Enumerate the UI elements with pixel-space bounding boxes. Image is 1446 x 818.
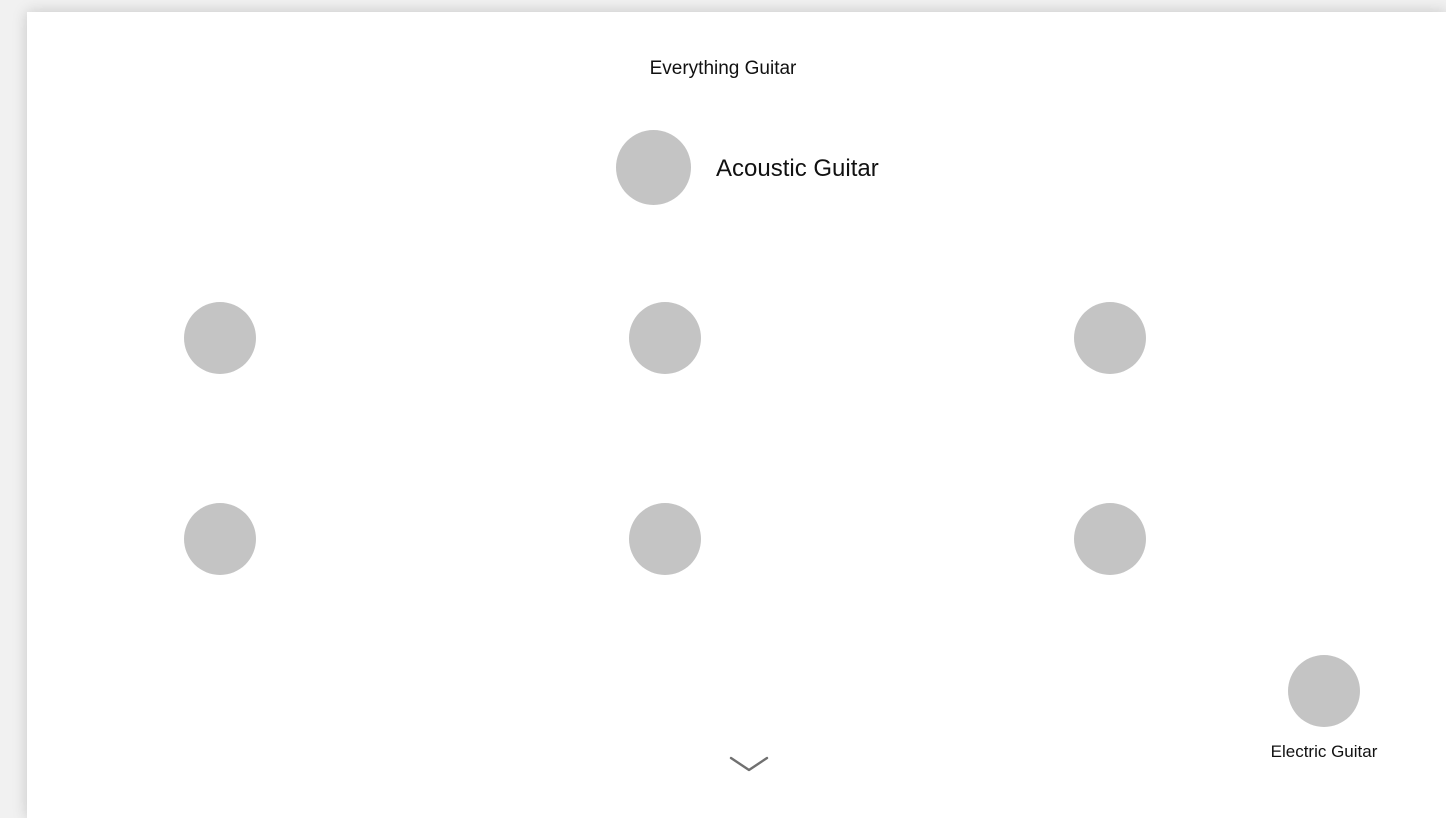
electric-guitar-link-image[interactable] <box>1288 655 1360 727</box>
grid-item-4[interactable] <box>184 503 256 575</box>
grid-item-5[interactable] <box>629 503 701 575</box>
page-canvas <box>27 12 1446 818</box>
grid-item-3[interactable] <box>1074 302 1146 374</box>
grid-item-2[interactable] <box>629 302 701 374</box>
page-title: Everything Guitar <box>649 58 797 79</box>
grid-item-1[interactable] <box>184 302 256 374</box>
electric-guitar-link[interactable]: Electric Guitar <box>1224 741 1424 763</box>
acoustic-guitar-image[interactable] <box>616 130 691 205</box>
chevron-down-icon[interactable] <box>729 755 769 773</box>
section-title: Acoustic Guitar <box>716 155 879 182</box>
grid-item-6[interactable] <box>1074 503 1146 575</box>
